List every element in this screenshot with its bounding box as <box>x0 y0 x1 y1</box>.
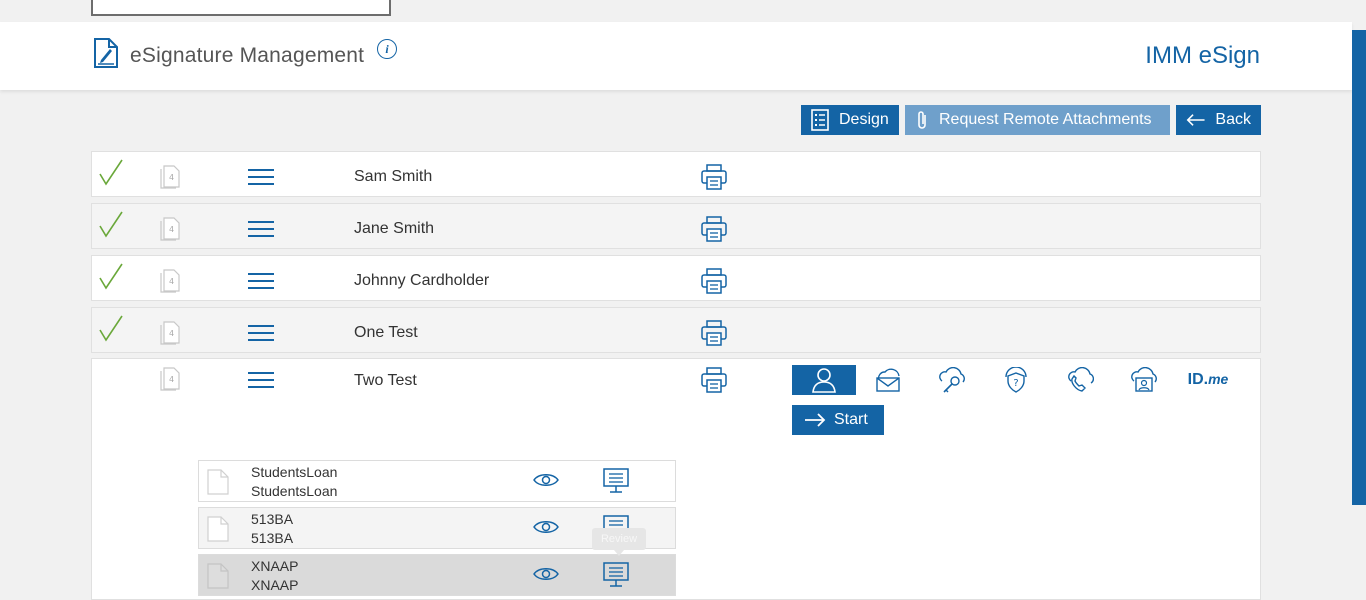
auth-method-bar: ? ID.me <box>792 365 1240 395</box>
person-icon <box>812 368 836 393</box>
auth-cloud-key[interactable] <box>920 365 984 395</box>
document-row[interactable]: XNAAP XNAAP <box>198 554 676 596</box>
page-title: eSignature Management <box>130 44 365 67</box>
auth-cloud-id[interactable] <box>1112 365 1176 395</box>
auth-kba[interactable]: ? <box>984 365 1048 395</box>
signer-name: Sam Smith <box>354 168 433 185</box>
auth-in-person[interactable] <box>792 365 856 395</box>
signer-row[interactable]: 4 Jane Smith <box>91 203 1261 249</box>
signer-name: Jane Smith <box>354 220 435 237</box>
arrow-right-icon <box>805 413 826 427</box>
check-icon <box>99 263 123 290</box>
menu-icon[interactable] <box>248 371 274 389</box>
page-count: 4 <box>169 277 174 286</box>
start-label: Start <box>834 411 868 428</box>
signer-row[interactable]: 4 Johnny Cardholder <box>91 255 1261 301</box>
page-header: eSignature Management i IMM eSign <box>0 22 1352 90</box>
review-monitor-icon[interactable] <box>603 468 629 494</box>
file-icon <box>207 563 229 589</box>
info-icon[interactable]: i <box>377 39 397 59</box>
design-label: Design <box>839 111 889 128</box>
pages-icon[interactable]: 4 <box>160 365 182 391</box>
pages-icon[interactable]: 4 <box>160 163 182 189</box>
eye-icon[interactable] <box>533 519 559 535</box>
document-name: XNAAP <box>251 558 299 574</box>
menu-icon[interactable] <box>248 168 274 186</box>
signer-row[interactable]: 4 One Test <box>91 307 1261 353</box>
signer-name: Two Test <box>354 372 417 389</box>
page-count: 4 <box>169 375 174 384</box>
document-subname: StudentsLoan <box>251 483 338 499</box>
document-subname: XNAAP <box>251 577 299 593</box>
print-icon[interactable] <box>700 267 728 295</box>
auth-idme[interactable]: ID.me <box>1176 365 1240 395</box>
start-button[interactable]: Start <box>792 405 884 435</box>
paperclip-icon <box>918 111 926 129</box>
review-monitor-icon[interactable] <box>603 562 629 588</box>
review-tooltip: Review <box>592 528 646 556</box>
request-label: Request Remote Attachments <box>939 111 1152 128</box>
auth-phone[interactable] <box>1048 365 1112 395</box>
page-count: 4 <box>169 225 174 234</box>
arrow-left-icon <box>1186 114 1205 126</box>
idme-logo: ID.me <box>1187 371 1229 388</box>
menu-icon[interactable] <box>248 220 274 238</box>
pages-icon[interactable]: 4 <box>160 215 182 241</box>
design-button[interactable]: Design <box>801 105 899 135</box>
document-sign-icon <box>93 38 119 73</box>
shield-question-icon: ? <box>1005 367 1027 393</box>
print-icon[interactable] <box>700 163 728 191</box>
pages-icon[interactable]: 4 <box>160 319 182 345</box>
cloud-key-icon <box>939 367 965 393</box>
document-subname: 513BA <box>251 530 294 546</box>
menu-icon[interactable] <box>248 324 274 342</box>
file-icon <box>207 516 229 542</box>
signer-name: One Test <box>354 324 418 341</box>
signer-name: Johnny Cardholder <box>354 272 490 289</box>
document-row[interactable]: StudentsLoan StudentsLoan <box>198 460 676 502</box>
page-count: 4 <box>169 329 174 338</box>
brand-title: IMM eSign <box>1145 42 1260 69</box>
document-name: 513BA <box>251 511 294 527</box>
email-icon <box>876 368 900 392</box>
document-name: StudentsLoan <box>251 464 338 480</box>
check-icon <box>99 159 123 186</box>
print-icon[interactable] <box>700 366 728 394</box>
signer-row-expanded[interactable]: 4 Two Test ? ID.me Start StudentsLoan St… <box>91 358 1261 600</box>
eye-icon[interactable] <box>533 566 559 582</box>
back-button[interactable]: Back <box>1176 105 1261 135</box>
top-search-box[interactable] <box>91 0 391 16</box>
auth-email[interactable] <box>856 365 920 395</box>
list-doc-icon <box>811 109 829 131</box>
print-icon[interactable] <box>700 215 728 243</box>
print-icon[interactable] <box>700 319 728 347</box>
svg-text:?: ? <box>1013 378 1018 389</box>
check-icon <box>99 211 123 238</box>
request-remote-attachments-button[interactable]: Request Remote Attachments <box>905 105 1170 135</box>
scrollbar[interactable] <box>1352 30 1366 505</box>
pages-icon[interactable]: 4 <box>160 267 182 293</box>
back-label: Back <box>1215 111 1251 128</box>
check-icon <box>99 315 123 342</box>
phone-icon <box>1068 367 1094 392</box>
signer-row[interactable]: 4 Sam Smith <box>91 151 1261 197</box>
file-icon <box>207 469 229 495</box>
cloud-id-icon <box>1131 367 1157 392</box>
eye-icon[interactable] <box>533 472 559 488</box>
menu-icon[interactable] <box>248 272 274 290</box>
page-count: 4 <box>169 173 174 182</box>
